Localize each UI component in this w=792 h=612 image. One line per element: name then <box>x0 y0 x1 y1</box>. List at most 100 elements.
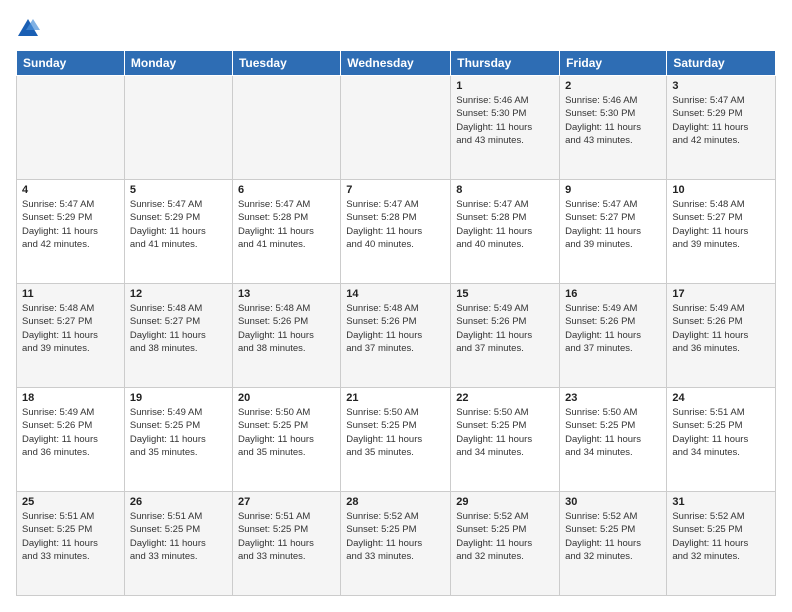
day-number: 29 <box>456 496 554 508</box>
weekday-header-saturday: Saturday <box>667 51 776 76</box>
day-cell-10: 10Sunrise: 5:48 AM Sunset: 5:27 PM Dayli… <box>667 180 776 284</box>
day-number: 1 <box>456 80 554 92</box>
day-cell-1: 1 Sunrise: 5:46 AM Sunset: 5:30 PM Daylig… <box>451 76 560 180</box>
day-detail: Sunrise: 5:52 AM Sunset: 5:25 PM Dayligh… <box>565 511 641 562</box>
day-detail: Sunrise: 5:51 AM Sunset: 5:25 PM Dayligh… <box>22 511 98 562</box>
day-detail: Sunrise: 5:49 AM Sunset: 5:26 PM Dayligh… <box>672 303 748 354</box>
day-detail: Sunrise: 5:47 AM Sunset: 5:28 PM Dayligh… <box>238 199 314 250</box>
day-cell-18: 18 Sunrise: 5:49 AM Sunset: 5:26 PM Dayli… <box>17 388 125 492</box>
empty-cell <box>124 76 232 180</box>
week-row-4: 18 Sunrise: 5:49 AM Sunset: 5:26 PM Dayli… <box>17 388 776 492</box>
day-detail: Sunrise: 5:47 AM Sunset: 5:28 PM Dayligh… <box>456 199 532 250</box>
day-number: 27 <box>238 496 335 508</box>
day-number: 6 <box>238 184 335 196</box>
day-number: 26 <box>130 496 227 508</box>
day-number: 24 <box>672 392 770 404</box>
day-detail: Sunrise: 5:48 AM Sunset: 5:27 PM Dayligh… <box>130 303 206 354</box>
day-number: 18 <box>22 392 119 404</box>
day-cell-14: 14 Sunrise: 5:48 AM Sunset: 5:26 PM Dayli… <box>341 284 451 388</box>
day-number: 3 <box>672 80 770 92</box>
day-cell-9: 9 Sunrise: 5:47 AM Sunset: 5:27 PM Daylig… <box>560 180 667 284</box>
day-detail: Sunrise: 5:49 AM Sunset: 5:26 PM Dayligh… <box>456 303 532 354</box>
week-row-1: 1 Sunrise: 5:46 AM Sunset: 5:30 PM Daylig… <box>17 76 776 180</box>
day-cell-4: 4 Sunrise: 5:47 AM Sunset: 5:29 PM Daylig… <box>17 180 125 284</box>
day-cell-29: 29Sunrise: 5:52 AM Sunset: 5:25 PM Dayli… <box>451 492 560 596</box>
day-number: 25 <box>22 496 119 508</box>
day-number: 11 <box>22 288 119 300</box>
day-number: 22 <box>456 392 554 404</box>
page: SundayMondayTuesdayWednesdayThursdayFrid… <box>0 0 792 612</box>
day-cell-19: 19Sunrise: 5:49 AM Sunset: 5:25 PM Dayli… <box>124 388 232 492</box>
weekday-header-wednesday: Wednesday <box>341 51 451 76</box>
day-cell-3: 3 Sunrise: 5:47 AM Sunset: 5:29 PM Daylig… <box>667 76 776 180</box>
calendar-body: 1 Sunrise: 5:46 AM Sunset: 5:30 PM Daylig… <box>17 76 776 596</box>
day-number: 16 <box>565 288 661 300</box>
day-detail: Sunrise: 5:52 AM Sunset: 5:25 PM Dayligh… <box>672 511 748 562</box>
day-detail: Sunrise: 5:51 AM Sunset: 5:25 PM Dayligh… <box>238 511 314 562</box>
day-number: 28 <box>346 496 445 508</box>
day-detail: Sunrise: 5:47 AM Sunset: 5:27 PM Dayligh… <box>565 199 641 250</box>
day-detail: Sunrise: 5:52 AM Sunset: 5:25 PM Dayligh… <box>346 511 422 562</box>
day-number: 30 <box>565 496 661 508</box>
day-cell-21: 21 Sunrise: 5:50 AM Sunset: 5:25 PM Dayli… <box>341 388 451 492</box>
day-detail: Sunrise: 5:48 AM Sunset: 5:26 PM Dayligh… <box>346 303 422 354</box>
day-detail: Sunrise: 5:51 AM Sunset: 5:25 PM Dayligh… <box>672 407 748 458</box>
day-number: 20 <box>238 392 335 404</box>
day-detail: Sunrise: 5:50 AM Sunset: 5:25 PM Dayligh… <box>346 407 422 458</box>
day-number: 12 <box>130 288 227 300</box>
day-number: 2 <box>565 80 661 92</box>
day-detail: Sunrise: 5:48 AM Sunset: 5:27 PM Dayligh… <box>22 303 98 354</box>
week-row-5: 25 Sunrise: 5:51 AM Sunset: 5:25 PM Dayli… <box>17 492 776 596</box>
day-number: 21 <box>346 392 445 404</box>
day-cell-24: 24 Sunrise: 5:51 AM Sunset: 5:25 PM Dayli… <box>667 388 776 492</box>
day-detail: Sunrise: 5:47 AM Sunset: 5:29 PM Dayligh… <box>22 199 98 250</box>
day-cell-27: 27 Sunrise: 5:51 AM Sunset: 5:25 PM Dayli… <box>232 492 340 596</box>
day-detail: Sunrise: 5:50 AM Sunset: 5:25 PM Dayligh… <box>456 407 532 458</box>
day-detail: Sunrise: 5:49 AM Sunset: 5:26 PM Dayligh… <box>22 407 98 458</box>
day-number: 15 <box>456 288 554 300</box>
day-cell-6: 6 Sunrise: 5:47 AM Sunset: 5:28 PM Daylig… <box>232 180 340 284</box>
week-row-2: 4 Sunrise: 5:47 AM Sunset: 5:29 PM Daylig… <box>17 180 776 284</box>
week-row-3: 11 Sunrise: 5:48 AM Sunset: 5:27 PM Dayli… <box>17 284 776 388</box>
day-cell-13: 13Sunrise: 5:48 AM Sunset: 5:26 PM Dayli… <box>232 284 340 388</box>
day-number: 31 <box>672 496 770 508</box>
calendar-table: SundayMondayTuesdayWednesdayThursdayFrid… <box>16 50 776 596</box>
day-cell-5: 5Sunrise: 5:47 AM Sunset: 5:29 PM Daylig… <box>124 180 232 284</box>
weekday-header-thursday: Thursday <box>451 51 560 76</box>
day-detail: Sunrise: 5:51 AM Sunset: 5:25 PM Dayligh… <box>130 511 206 562</box>
weekday-header-sunday: Sunday <box>17 51 125 76</box>
day-cell-12: 12 Sunrise: 5:48 AM Sunset: 5:27 PM Dayli… <box>124 284 232 388</box>
day-number: 4 <box>22 184 119 196</box>
day-cell-20: 20 Sunrise: 5:50 AM Sunset: 5:25 PM Dayli… <box>232 388 340 492</box>
day-cell-30: 30 Sunrise: 5:52 AM Sunset: 5:25 PM Dayli… <box>560 492 667 596</box>
day-number: 14 <box>346 288 445 300</box>
day-detail: Sunrise: 5:50 AM Sunset: 5:25 PM Dayligh… <box>565 407 641 458</box>
weekday-header-monday: Monday <box>124 51 232 76</box>
day-detail: Sunrise: 5:47 AM Sunset: 5:28 PM Dayligh… <box>346 199 422 250</box>
weekday-header-tuesday: Tuesday <box>232 51 340 76</box>
day-detail: Sunrise: 5:48 AM Sunset: 5:26 PM Dayligh… <box>238 303 314 354</box>
day-number: 23 <box>565 392 661 404</box>
day-cell-17: 17 Sunrise: 5:49 AM Sunset: 5:26 PM Dayli… <box>667 284 776 388</box>
day-detail: Sunrise: 5:46 AM Sunset: 5:30 PM Dayligh… <box>565 95 641 146</box>
day-number: 8 <box>456 184 554 196</box>
day-cell-26: 26 Sunrise: 5:51 AM Sunset: 5:25 PM Dayli… <box>124 492 232 596</box>
day-cell-22: 22 Sunrise: 5:50 AM Sunset: 5:25 PM Dayli… <box>451 388 560 492</box>
empty-cell <box>232 76 340 180</box>
day-detail: Sunrise: 5:47 AM Sunset: 5:29 PM Dayligh… <box>130 199 206 250</box>
day-number: 10 <box>672 184 770 196</box>
day-number: 17 <box>672 288 770 300</box>
day-detail: Sunrise: 5:47 AM Sunset: 5:29 PM Dayligh… <box>672 95 748 146</box>
calendar-header: SundayMondayTuesdayWednesdayThursdayFrid… <box>17 51 776 76</box>
weekday-header-friday: Friday <box>560 51 667 76</box>
day-detail: Sunrise: 5:46 AM Sunset: 5:30 PM Dayligh… <box>456 95 532 146</box>
day-detail: Sunrise: 5:49 AM Sunset: 5:26 PM Dayligh… <box>565 303 641 354</box>
weekday-row: SundayMondayTuesdayWednesdayThursdayFrid… <box>17 51 776 76</box>
day-cell-23: 23 Sunrise: 5:50 AM Sunset: 5:25 PM Dayli… <box>560 388 667 492</box>
day-cell-15: 15 Sunrise: 5:49 AM Sunset: 5:26 PM Dayli… <box>451 284 560 388</box>
day-detail: Sunrise: 5:50 AM Sunset: 5:25 PM Dayligh… <box>238 407 314 458</box>
logo-icon <box>16 16 40 40</box>
logo <box>16 16 44 40</box>
day-number: 9 <box>565 184 661 196</box>
day-number: 19 <box>130 392 227 404</box>
